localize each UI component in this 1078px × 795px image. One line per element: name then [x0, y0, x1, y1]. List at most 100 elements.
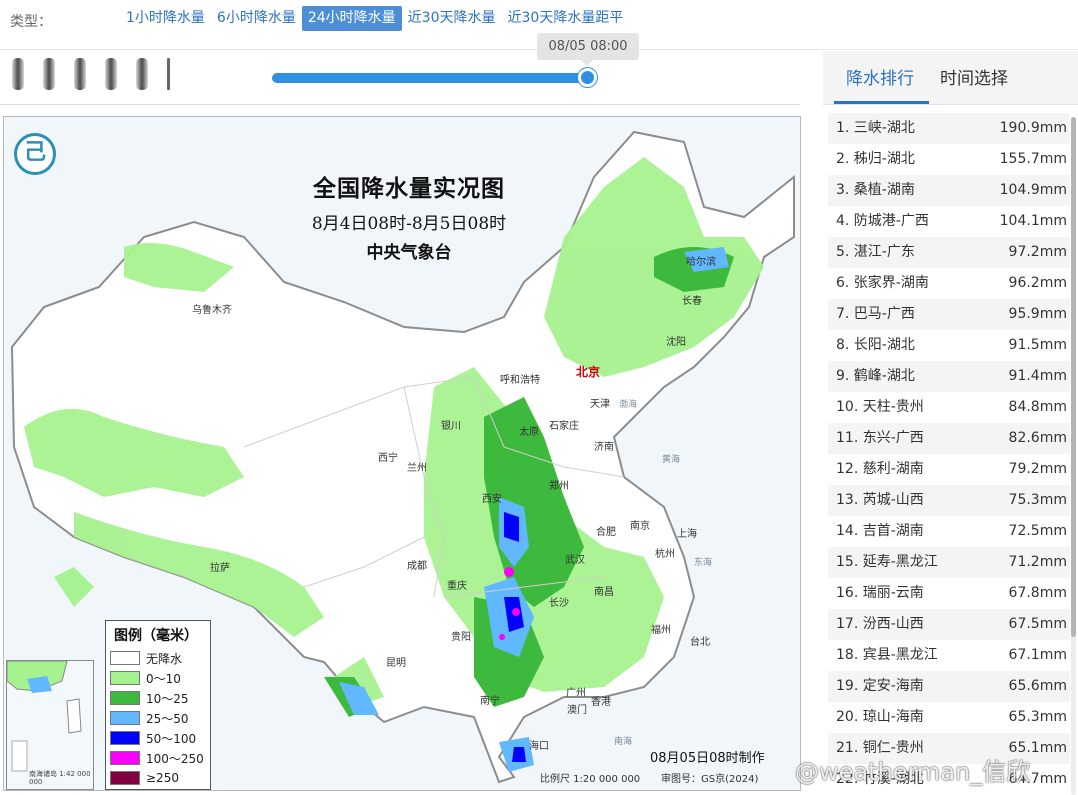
ranking-row[interactable]: 18. 宾县-黑龙江 67.1mm	[828, 640, 1070, 671]
frame-icon[interactable]	[43, 58, 55, 90]
city-label: 南宁	[480, 696, 500, 707]
map-period: 8月4日08时-8月5日08时	[311, 214, 507, 234]
time-slider-handle[interactable]	[578, 68, 597, 87]
station-name: 8. 长阳-湖北	[836, 337, 915, 353]
ranking-row[interactable]: 1. 三峡-湖北 190.9mm	[828, 113, 1070, 144]
ranking-tabs: 降水排行 时间选择	[823, 51, 1078, 105]
station-name: 15. 延寿-黑龙江	[836, 554, 938, 570]
legend-label: 100～250	[146, 751, 204, 766]
precip-value: 104.9mm	[999, 182, 1067, 198]
map-legend: 图例（毫米） 无降水 0～10 10～25 25～50 50～100 100～2…	[105, 620, 211, 790]
frame-icon[interactable]	[105, 58, 117, 90]
scrollbar-thumb[interactable]	[1071, 117, 1076, 637]
legend-swatch	[110, 731, 140, 745]
station-name: 4. 防城港-广西	[836, 213, 929, 229]
city-label: 银川	[441, 421, 461, 432]
map-scale: 比例尺 1:20 000 000	[540, 774, 641, 785]
city-label: 乌鲁木齐	[192, 305, 232, 316]
tab-30d-precip[interactable]: 近30天降水量	[402, 6, 502, 31]
tab-30d-anomaly[interactable]: 近30天降水量距平	[502, 6, 630, 31]
ranking-row[interactable]: 5. 湛江-广东 97.2mm	[828, 237, 1070, 268]
city-label: 澳门	[567, 705, 587, 716]
legend-item: 25～50	[110, 708, 206, 728]
precip-value: 96.2mm	[1008, 275, 1067, 291]
frame-icon[interactable]	[136, 58, 148, 90]
ranking-row[interactable]: 16. 瑞丽-云南 67.8mm	[828, 578, 1070, 609]
tab-1h-precip[interactable]: 1小时降水量	[120, 6, 211, 31]
city-label: 长春	[682, 296, 702, 307]
ranking-row[interactable]: 17. 汾西-山西 67.5mm	[828, 609, 1070, 640]
city-label: 武汉	[565, 555, 585, 566]
ranking-row[interactable]: 8. 长阳-湖北 91.5mm	[828, 330, 1070, 361]
station-name: 14. 吉首-湖南	[836, 523, 924, 539]
ranking-row[interactable]: 14. 吉首-湖南 72.5mm	[828, 516, 1070, 547]
frame-icon[interactable]	[12, 58, 24, 90]
ranking-list: 1. 三峡-湖北 190.9mm 2. 秭归-湖北 155.7mm 3. 桑植-湖南…	[828, 113, 1070, 795]
tab-24h-precip[interactable]: 24小时降水量	[301, 6, 402, 31]
divider	[0, 104, 800, 105]
legend-label: ≥250	[146, 771, 179, 785]
ranking-scrollbar[interactable]	[1071, 117, 1076, 795]
legend-label: 50～100	[146, 731, 197, 746]
precip-value: 95.9mm	[1008, 306, 1067, 322]
station-name: 12. 慈利-湖南	[836, 461, 924, 477]
precip-value: 190.9mm	[999, 120, 1067, 136]
ranking-row[interactable]: 9. 鹤峰-湖北 91.4mm	[828, 361, 1070, 392]
legend-swatch	[110, 751, 140, 765]
station-name: 17. 汾西-山西	[836, 616, 924, 632]
precip-value: 91.4mm	[1008, 368, 1067, 384]
legend-label: 25～50	[146, 711, 189, 726]
station-name: 6. 张家界-湖南	[836, 275, 929, 291]
animation-frame-strip[interactable]	[12, 58, 170, 90]
tab-precip-ranking[interactable]: 降水排行	[846, 64, 914, 89]
ranking-row[interactable]: 13. 芮城-山西 75.3mm	[828, 485, 1070, 516]
city-label: 广州	[566, 688, 586, 699]
city-label: 兰州	[407, 463, 427, 474]
city-label: 呼和浩特	[500, 375, 540, 386]
precip-value: 67.1mm	[1008, 647, 1067, 663]
city-label: 沈阳	[666, 337, 686, 348]
legend-title: 图例（毫米）	[114, 628, 198, 644]
tab-time-select[interactable]: 时间选择	[940, 64, 1008, 89]
city-label: 上海	[677, 529, 697, 540]
station-name: 1. 三峡-湖北	[836, 120, 915, 136]
ranking-row[interactable]: 3. 桑植-湖南 104.9mm	[828, 175, 1070, 206]
city-label: 海口	[529, 741, 549, 752]
ranking-row[interactable]: 6. 张家界-湖南 96.2mm	[828, 268, 1070, 299]
legend-item: 无降水	[110, 648, 206, 668]
ranking-row[interactable]: 10. 天柱-贵州 84.8mm	[828, 392, 1070, 423]
tab-6h-precip[interactable]: 6小时降水量	[211, 6, 302, 31]
frame-icon[interactable]	[74, 58, 86, 90]
precip-value: 65.6mm	[1008, 678, 1067, 694]
station-name: 10. 天柱-贵州	[836, 399, 924, 415]
inset-label: 南海诸岛 1:42 000 000	[29, 770, 91, 786]
legend-swatch	[110, 711, 140, 725]
frame-icon[interactable]	[167, 58, 170, 90]
ranking-row[interactable]: 7. 巴马-广西 95.9mm	[828, 299, 1070, 330]
city-label: 重庆	[447, 581, 467, 592]
precip-value: 72.5mm	[1008, 523, 1067, 539]
ranking-row[interactable]: 11. 东兴-广西 82.6mm	[828, 423, 1070, 454]
precipitation-map[interactable]: 己 全国降水量实况图 8月4日08时-8月5日08时 中央气象台 乌鲁木齐 呼和…	[3, 116, 801, 791]
ranking-row[interactable]: 19. 定安-海南 65.6mm	[828, 671, 1070, 702]
ranking-row[interactable]: 15. 延寿-黑龙江 71.2mm	[828, 547, 1070, 578]
precip-value: 71.2mm	[1008, 554, 1067, 570]
ranking-row[interactable]: 20. 琼山-海南 65.3mm	[828, 702, 1070, 733]
ranking-row[interactable]: 4. 防城港-广西 104.1mm	[828, 206, 1070, 237]
city-label: 天津	[590, 399, 610, 410]
precip-value: 155.7mm	[999, 151, 1067, 167]
city-label: 济南	[594, 442, 614, 453]
map-made-time: 08月05日08时制作	[650, 751, 765, 766]
precip-value: 65.3mm	[1008, 709, 1067, 725]
ranking-panel: 降水排行 时间选择 1. 三峡-湖北 190.9mm 2. 秭归-湖北 155.7m…	[823, 51, 1078, 795]
ranking-row[interactable]: 2. 秭归-湖北 155.7mm	[828, 144, 1070, 175]
station-name: 16. 瑞丽-云南	[836, 585, 924, 601]
south-sea-inset-map: 南海诸岛 1:42 000 000	[6, 660, 94, 790]
time-slider-track[interactable]	[272, 73, 588, 83]
station-name: 19. 定安-海南	[836, 678, 924, 694]
ranking-row[interactable]: 12. 慈利-湖南 79.2mm	[828, 454, 1070, 485]
sea-label: 南海	[614, 737, 633, 747]
legend-swatch	[110, 691, 140, 705]
legend-swatch	[110, 671, 140, 685]
sea-label: 东海	[694, 558, 713, 568]
